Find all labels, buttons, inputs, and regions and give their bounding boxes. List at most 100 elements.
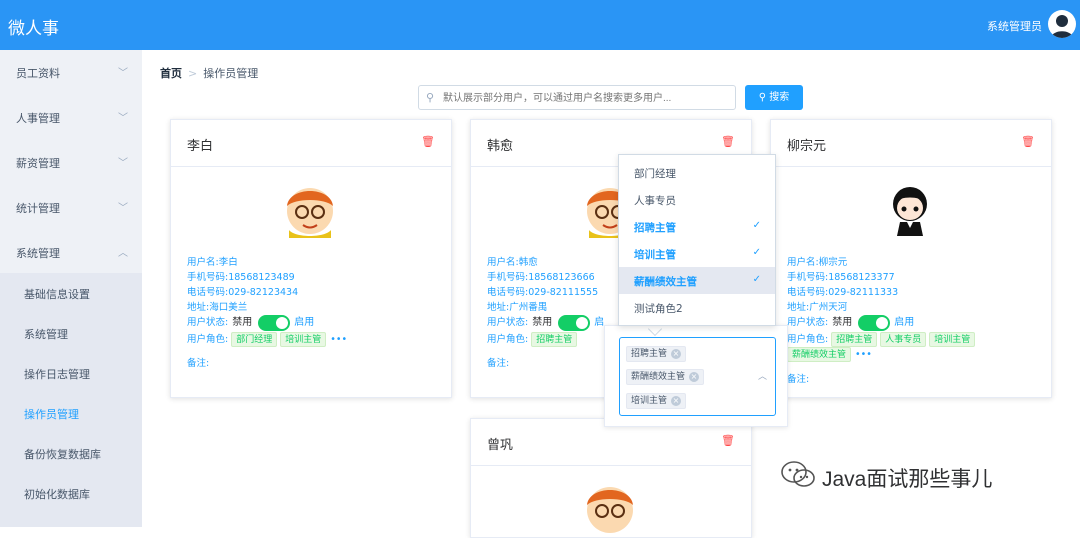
role-dropdown: 部门经理 人事专员 招聘主管 ✓ 培训主管 ✓ 薪酬绩效主管 ✓ 测试角色2 — [618, 154, 776, 326]
sidebar-item-salary[interactable]: 薪资管理 ﹀ — [0, 140, 142, 185]
submenu-item-basic-info[interactable]: 基础信息设置 — [0, 273, 142, 313]
sidebar-item-employee[interactable]: 员工资料 ﹀ — [0, 50, 142, 95]
roles-label: 用户角色: — [187, 334, 229, 345]
search-button[interactable]: ⚲ 搜索 — [745, 85, 803, 110]
status-off-label: 禁用 — [832, 317, 853, 328]
option-label: 部门经理 — [634, 168, 676, 180]
phone-text: 电话号码:029-82111555 — [487, 287, 599, 298]
submenu-item-system[interactable]: 系统管理 — [0, 313, 142, 353]
submenu-item-label: 备份恢复数据库 — [24, 448, 101, 461]
role-tag: 薪酬绩效主管 — [787, 347, 852, 362]
search-icon: ⚲ — [426, 91, 435, 104]
user-roles-row2: 薪酬绩效主管 ••• — [787, 347, 872, 362]
role-tag: 培训主管 — [280, 332, 327, 347]
phone-text: 电话号码:029-82111333 — [787, 287, 899, 298]
selected-role-label: 薪酬绩效主管 — [631, 372, 686, 382]
address-text: 地址:广州番禺 — [487, 302, 548, 313]
selected-role-label: 培训主管 — [631, 396, 668, 406]
chevron-down-icon: ﹀ — [118, 113, 128, 124]
phone-text: 电话号码:029-82123434 — [187, 287, 299, 298]
chevron-up-icon: ︿ — [118, 248, 128, 259]
dropdown-option[interactable]: 测试角色2 — [619, 294, 775, 321]
search-field: ⚲ — [418, 85, 736, 110]
card-name: 李白 — [187, 139, 214, 154]
status-on-label: 启用 — [894, 317, 915, 328]
operator-card: 曾巩 🗑 — [470, 418, 752, 538]
cartoon-avatar-icon — [287, 188, 333, 238]
status-toggle[interactable] — [858, 314, 891, 331]
dropdown-option[interactable]: 部门经理 — [619, 159, 775, 186]
dropdown-option[interactable]: 人事专员 — [619, 186, 775, 213]
cartoon-avatar-icon — [587, 487, 633, 533]
user-status: 用户状态: 禁用 启 — [487, 313, 604, 331]
card-name: 曾巩 — [487, 438, 514, 453]
option-label: 测试角色2 — [634, 303, 683, 315]
check-icon: ✓ — [752, 247, 761, 258]
status-on-label: 启用 — [294, 317, 315, 328]
sidebar-item-statistics[interactable]: 统计管理 ﹀ — [0, 185, 142, 230]
wechat-logo-icon — [781, 461, 815, 487]
check-icon: ✓ — [752, 220, 761, 231]
role-tag: 部门经理 — [231, 332, 278, 347]
role-tag: 人事专员 — [880, 332, 927, 347]
submenu-item-init-db[interactable]: 初始化数据库 — [0, 473, 142, 513]
breadcrumb-current: 操作员管理 — [203, 67, 259, 80]
watermark-text: Java面试那些事儿 — [822, 468, 993, 491]
user-menu[interactable]: 系统管理员 — [987, 18, 1042, 34]
more-roles-button[interactable]: ••• — [330, 334, 347, 345]
status-off-label: 禁用 — [532, 317, 553, 328]
sidebar: 员工资料 ﹀ 人事管理 ﹀ 薪资管理 ﹀ 统计管理 ﹀ 系统管理 ︿ 基础信息设… — [0, 50, 142, 527]
user-avatar-icon — [1051, 15, 1073, 38]
delete-icon[interactable]: 🗑 — [421, 135, 435, 148]
status-on-label: 启 — [594, 317, 605, 328]
delete-icon[interactable]: 🗑 — [1021, 135, 1035, 148]
submenu-item-op-log[interactable]: 操作日志管理 — [0, 353, 142, 393]
mobile-text: 手机号码:18568123489 — [187, 272, 295, 283]
username-text: 用户名:柳宗元 — [787, 257, 848, 268]
chevron-down-icon: ﹀ — [118, 68, 128, 79]
sidebar-item-personnel[interactable]: 人事管理 ﹀ — [0, 95, 142, 140]
dropdown-option[interactable]: 薪酬绩效主管 ✓ — [619, 267, 775, 294]
search-input[interactable] — [443, 89, 729, 107]
address-text: 地址:海口美兰 — [187, 302, 248, 313]
status-label: 用户状态: — [787, 317, 829, 328]
selected-role-tag: 招聘主管 × — [626, 346, 687, 362]
submenu-item-label: 基础信息设置 — [24, 288, 90, 301]
chevron-down-icon: ﹀ — [118, 203, 128, 214]
chevron-up-icon[interactable]: ︿ — [758, 369, 767, 382]
option-label: 培训主管 — [634, 249, 676, 261]
sidebar-item-system[interactable]: 系统管理 ︿ — [0, 230, 142, 275]
breadcrumb: 首页 > 操作员管理 — [160, 65, 258, 81]
search-icon: ⚲ — [758, 92, 767, 103]
user-avatar[interactable] — [1048, 10, 1076, 38]
status-toggle[interactable] — [558, 314, 591, 331]
close-icon[interactable]: × — [689, 371, 700, 382]
app-title: 微人事 — [8, 19, 59, 39]
card-header: 李白 🗑 — [171, 120, 451, 167]
more-roles-button[interactable]: ••• — [855, 349, 872, 360]
close-icon[interactable]: × — [671, 348, 682, 359]
role-multiselect[interactable]: 招聘主管 × 薪酬绩效主管 × 培训主管 × ︿ — [619, 337, 776, 416]
status-toggle[interactable] — [258, 314, 291, 331]
selected-role-tag: 培训主管 × — [626, 393, 687, 409]
submenu-item-backup[interactable]: 备份恢复数据库 — [0, 433, 142, 473]
status-label: 用户状态: — [487, 317, 529, 328]
mobile-text: 手机号码:18568123377 — [787, 272, 895, 283]
delete-icon[interactable]: 🗑 — [721, 135, 735, 148]
breadcrumb-home[interactable]: 首页 — [160, 67, 182, 80]
dropdown-option[interactable]: 招聘主管 ✓ — [619, 213, 775, 240]
role-edit-popover: 招聘主管 × 薪酬绩效主管 × 培训主管 × ︿ — [604, 325, 788, 427]
breadcrumb-separator: > — [188, 67, 198, 80]
user-roles: 用户角色: 招聘主管 人事专员 培训主管 — [787, 331, 976, 347]
submenu-item-label: 操作员管理 — [24, 408, 79, 421]
remark-text: 备注: — [187, 358, 210, 369]
username-text: 用户名:韩愈 — [487, 257, 538, 268]
delete-icon[interactable]: 🗑 — [721, 434, 735, 447]
dropdown-option[interactable]: 培训主管 ✓ — [619, 240, 775, 267]
remark-text: 备注: — [487, 358, 510, 369]
selected-role-label: 招聘主管 — [631, 349, 668, 359]
submenu-item-operators[interactable]: 操作员管理 — [0, 393, 142, 433]
close-icon[interactable]: × — [671, 395, 682, 406]
user-status: 用户状态: 禁用 启用 — [187, 313, 314, 331]
card-name: 韩愈 — [487, 139, 514, 154]
